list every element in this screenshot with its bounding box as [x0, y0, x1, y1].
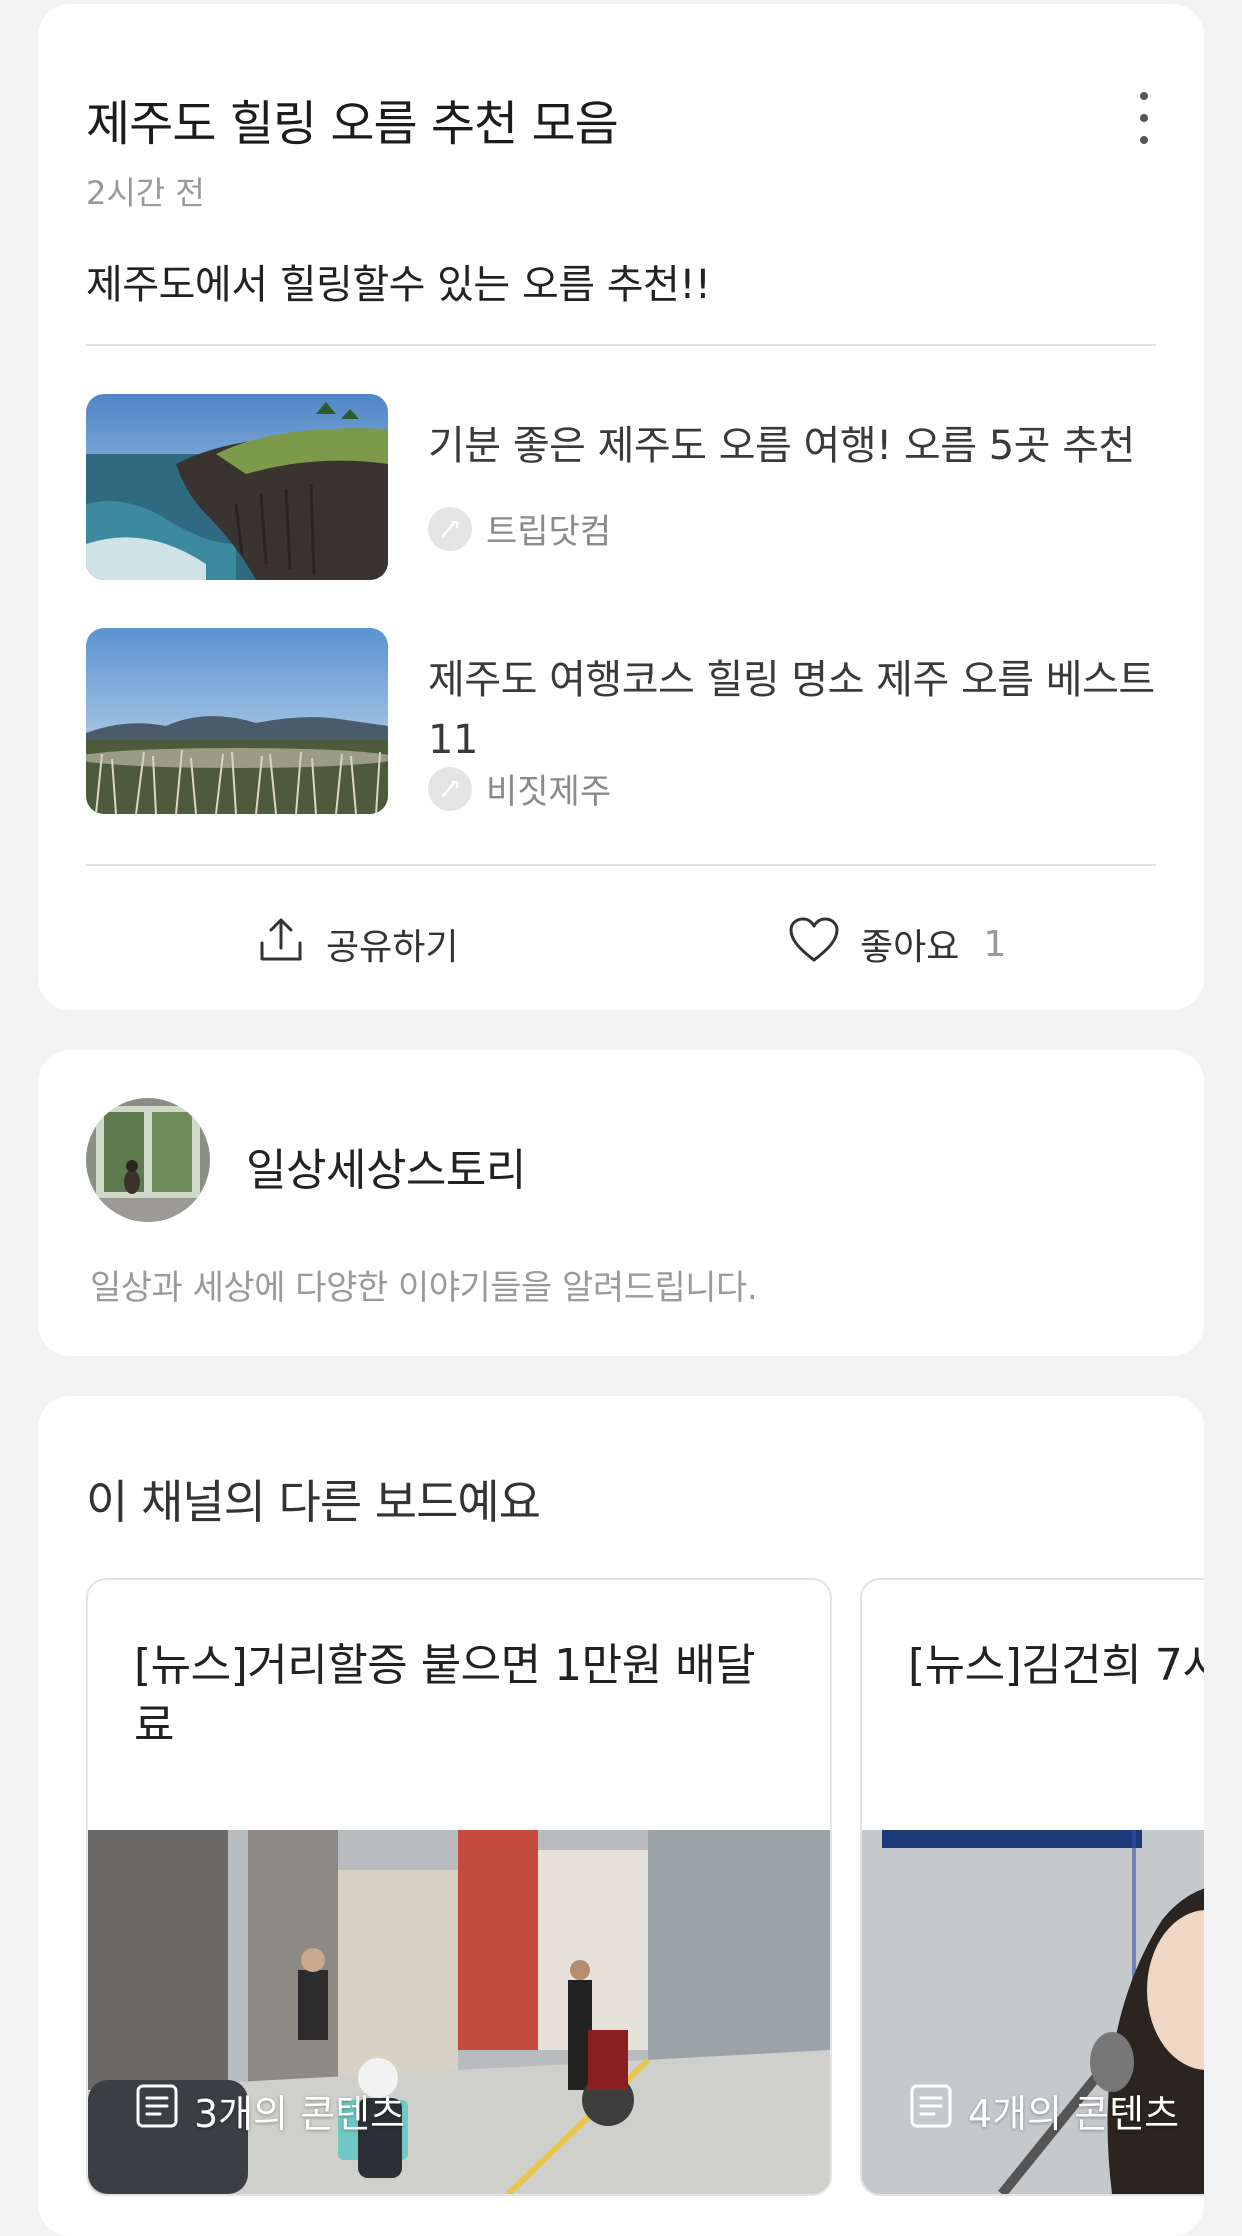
link-thumbnail — [86, 628, 388, 814]
board-post-card: 제주도 힐링 오름 추천 모음 2시간 전 제주도에서 힐링할수 있는 오름 추… — [38, 4, 1204, 1010]
board-card[interactable]: [뉴스]김건희 7시 4개의 콘텐츠 — [860, 1578, 1204, 2196]
share-icon — [256, 915, 306, 974]
content-count: 3개의 콘텐츠 — [134, 2083, 405, 2138]
content-count-label: 4개의 콘텐츠 — [968, 2092, 1180, 2136]
avatar[interactable] — [86, 1098, 210, 1222]
channel-description: 일상과 세상에 다양한 이야기들을 알려드립니다. — [90, 1268, 758, 1308]
divider — [86, 864, 1156, 866]
channel-card[interactable]: 일상세상스토리 일상과 세상에 다양한 이야기들을 알려드립니다. — [38, 1050, 1204, 1356]
divider — [86, 344, 1156, 346]
share-button[interactable]: 공유하기 — [256, 904, 458, 984]
link-title: 제주도 여행코스 힐링 명소 제주 오름 베스트 11 — [428, 657, 1155, 763]
board-thumbnail — [88, 1830, 830, 2194]
link-source-name: 비짓제주 — [486, 772, 612, 812]
link-source: 비짓제주 — [428, 764, 611, 813]
like-label: 좋아요 — [860, 927, 960, 968]
like-button[interactable]: 좋아요 1 — [788, 904, 1006, 984]
link-source-name: 트립닷컴 — [486, 512, 612, 552]
board-thumbnail — [862, 1830, 1204, 2194]
like-count: 1 — [983, 923, 1007, 965]
channel-name: 일상세상스토리 — [246, 1145, 526, 1196]
board-card[interactable]: [뉴스]거리할증 붙으면 1만원 배달료 3개의 콘텐츠 — [86, 1578, 832, 2196]
list-icon — [908, 2083, 954, 2138]
heart-icon — [788, 916, 840, 973]
board-title: [뉴스]김건희 7시 — [908, 1640, 1204, 1691]
post-title: 제주도 힐링 오름 추천 모음 — [86, 96, 619, 152]
other-boards-section: 이 채널의 다른 보드예요 [뉴스]거리할증 붙으면 1만원 배달료 3개의 콘… — [38, 1396, 1204, 2236]
content-count: 4개의 콘텐츠 — [908, 2083, 1179, 2138]
post-timestamp: 2시간 전 — [86, 174, 205, 212]
post-actions: 공유하기 좋아요 1 — [38, 904, 1204, 984]
pen-icon — [428, 506, 472, 551]
link-title: 기분 좋은 제주도 오름 여행! 오름 5곳 추천 — [428, 423, 1135, 469]
link-thumbnail — [86, 394, 388, 580]
section-heading: 이 채널의 다른 보드예요 — [86, 1475, 541, 1529]
link-item[interactable]: 제주도 여행코스 힐링 명소 제주 오름 베스트 11 비짓제주 — [86, 628, 1156, 814]
board-title: [뉴스]거리할증 붙으면 1만원 배달료 — [134, 1640, 756, 1751]
share-label: 공유하기 — [326, 927, 459, 968]
link-source: 트립닷컴 — [428, 504, 611, 553]
more-vertical-icon[interactable] — [1132, 92, 1156, 144]
pen-icon — [428, 766, 472, 811]
link-item[interactable]: 기분 좋은 제주도 오름 여행! 오름 5곳 추천 트립닷컴 — [86, 394, 1156, 580]
post-description: 제주도에서 힐링할수 있는 오름 추천!! — [86, 262, 711, 308]
content-count-label: 3개의 콘텐츠 — [194, 2092, 406, 2136]
list-icon — [134, 2083, 180, 2138]
